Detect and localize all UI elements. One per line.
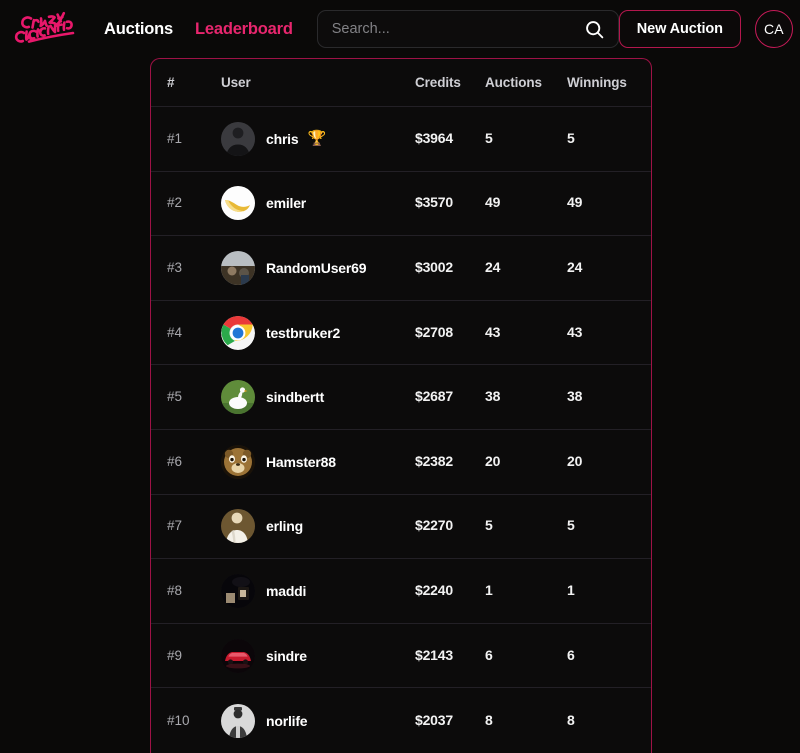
user-avatar bbox=[221, 444, 255, 479]
row-auctions: 43 bbox=[485, 323, 501, 340]
search-bar[interactable] bbox=[316, 10, 619, 48]
top-header: Auctions Leaderboard New Auction CA bbox=[0, 0, 800, 58]
row-winnings: 1 bbox=[567, 581, 575, 598]
row-winnings: 49 bbox=[567, 194, 583, 211]
table-row[interactable]: #9 sindre $2143 6 6 bbox=[151, 624, 651, 689]
row-username: maddi bbox=[266, 582, 307, 599]
column-header-user: User bbox=[221, 75, 251, 90]
table-row[interactable]: #7 erling $2270 5 5 bbox=[151, 495, 651, 560]
table-row[interactable]: #10 norlife $2037 8 8 bbox=[151, 688, 651, 753]
leaderboard-container: # User Credits Auctions Winnings #1 chris… bbox=[0, 58, 800, 753]
row-username: emiler bbox=[266, 195, 307, 212]
row-rank: #2 bbox=[167, 195, 183, 211]
user-avatar bbox=[221, 121, 255, 156]
table-row[interactable]: #2 emiler $3570 49 49 bbox=[151, 172, 651, 237]
brand-logo[interactable] bbox=[14, 9, 86, 49]
leaderboard-table: # User Credits Auctions Winnings #1 chris… bbox=[150, 58, 652, 753]
user-avatar bbox=[221, 250, 255, 285]
column-header-credits: Credits bbox=[415, 75, 461, 90]
row-auctions: 6 bbox=[485, 646, 493, 663]
row-auctions: 49 bbox=[485, 194, 501, 211]
table-row[interactable]: #3 RandomUser69 $3002 24 24 bbox=[151, 236, 651, 301]
row-username: chris bbox=[266, 130, 299, 147]
column-header-rank: # bbox=[167, 75, 175, 90]
user-avatar bbox=[221, 573, 255, 608]
table-row[interactable]: #1 chris 🏆 $3964 5 5 bbox=[151, 107, 651, 172]
new-auction-button[interactable]: New Auction bbox=[618, 10, 741, 48]
row-auctions: 1 bbox=[485, 581, 493, 598]
user-avatar bbox=[221, 703, 255, 738]
row-auctions: 24 bbox=[485, 258, 501, 275]
row-winnings: 5 bbox=[567, 129, 575, 146]
column-header-auctions: Auctions bbox=[485, 75, 542, 90]
row-rank: #10 bbox=[167, 712, 190, 728]
row-credits: $2240 bbox=[415, 581, 453, 598]
table-row[interactable]: #6 Hamster88 $2382 20 20 bbox=[151, 430, 651, 495]
row-credits: $2687 bbox=[415, 388, 453, 405]
search-icon bbox=[586, 20, 604, 38]
row-username: Hamster88 bbox=[266, 453, 336, 470]
column-header-winnings: Winnings bbox=[567, 75, 627, 90]
user-avatar bbox=[221, 380, 255, 415]
row-auctions: 5 bbox=[485, 517, 493, 534]
row-username: sindbertt bbox=[266, 389, 325, 406]
account-avatar[interactable]: CA bbox=[754, 10, 793, 48]
user-avatar bbox=[221, 315, 255, 350]
row-credits: $2037 bbox=[415, 711, 453, 728]
nav-link-leaderboard[interactable]: Leaderboard bbox=[195, 20, 293, 39]
table-row[interactable]: #8 maddi $2240 1 1 bbox=[151, 559, 651, 624]
search-button[interactable] bbox=[582, 16, 608, 42]
row-username: erling bbox=[266, 518, 303, 535]
row-rank: #4 bbox=[167, 324, 183, 340]
row-rank: #1 bbox=[167, 130, 183, 146]
row-rank: #8 bbox=[167, 582, 183, 598]
row-auctions: 8 bbox=[485, 711, 493, 728]
search-input[interactable] bbox=[331, 21, 582, 37]
user-avatar bbox=[221, 186, 255, 221]
row-rank: #3 bbox=[167, 259, 183, 275]
row-auctions: 20 bbox=[485, 452, 501, 469]
table-row[interactable]: #5 sindbertt $2687 38 38 bbox=[151, 365, 651, 430]
row-credits: $3570 bbox=[415, 194, 453, 211]
row-auctions: 5 bbox=[485, 129, 493, 146]
row-winnings: 5 bbox=[567, 517, 575, 534]
row-credits: $3964 bbox=[415, 129, 453, 146]
row-rank: #7 bbox=[167, 518, 183, 534]
row-credits: $2270 bbox=[415, 517, 453, 534]
row-rank: #9 bbox=[167, 647, 183, 663]
user-avatar bbox=[221, 509, 255, 544]
row-winnings: 6 bbox=[567, 646, 575, 663]
row-credits: $2143 bbox=[415, 646, 453, 663]
row-username: norlife bbox=[266, 712, 308, 729]
row-rank: #6 bbox=[167, 453, 183, 469]
row-username: testbruker2 bbox=[266, 324, 341, 341]
table-row[interactable]: #4 testbruker2 $2708 43 43 bbox=[151, 301, 651, 366]
row-username: RandomUser69 bbox=[266, 259, 367, 276]
row-credits: $2708 bbox=[415, 323, 453, 340]
row-winnings: 24 bbox=[567, 258, 583, 275]
row-credits: $2382 bbox=[415, 452, 453, 469]
row-username: sindre bbox=[266, 647, 307, 664]
row-winnings: 38 bbox=[567, 388, 583, 405]
row-credits: $3002 bbox=[415, 258, 453, 275]
row-winnings: 43 bbox=[567, 323, 583, 340]
row-winnings: 20 bbox=[567, 452, 583, 469]
user-avatar bbox=[221, 638, 255, 673]
table-header-row: # User Credits Auctions Winnings bbox=[151, 59, 651, 107]
table-body: #1 chris 🏆 $3964 5 5 #2 emiler $3570 49 49 #3 Random… bbox=[151, 107, 651, 753]
main-nav: Auctions Leaderboard bbox=[104, 20, 293, 39]
trophy-icon: 🏆 bbox=[307, 130, 327, 148]
row-winnings: 8 bbox=[567, 711, 575, 728]
row-auctions: 38 bbox=[485, 388, 501, 405]
nav-link-auctions[interactable]: Auctions bbox=[104, 20, 173, 39]
row-rank: #5 bbox=[167, 389, 183, 405]
